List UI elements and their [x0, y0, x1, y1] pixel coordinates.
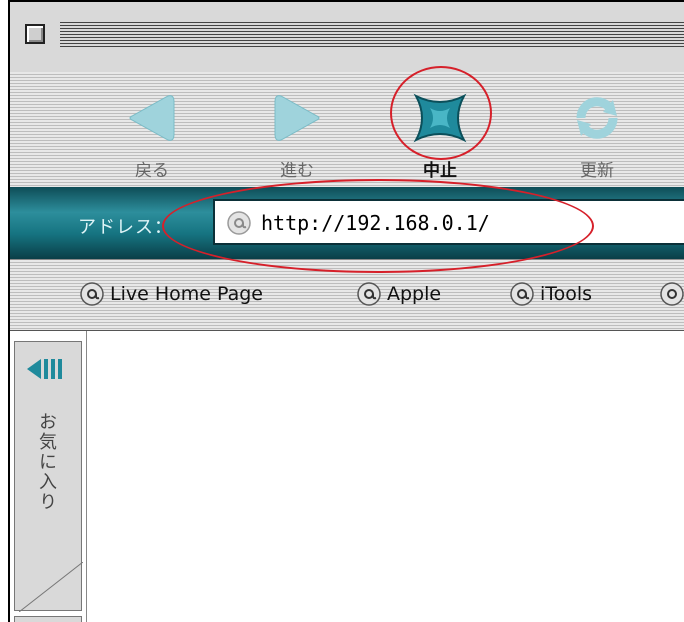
page-content-area: [87, 331, 684, 622]
title-bar[interactable]: [10, 2, 684, 72]
at-sign-icon: [357, 282, 381, 306]
close-box[interactable]: [25, 24, 45, 44]
favorite-label: iTools: [540, 283, 593, 305]
toolbar: 戻る 進む 中止 更新: [10, 72, 684, 187]
refresh-label: 更新: [580, 161, 614, 181]
sidebar-tab-next[interactable]: [14, 616, 82, 622]
favorites-bar: Live Home Page Apple iTools: [10, 259, 684, 332]
at-sign-icon: [227, 211, 251, 235]
title-bar-stripes: [60, 22, 684, 48]
url-input[interactable]: [261, 209, 684, 237]
at-sign-icon: [510, 282, 534, 306]
favorite-label: Apple: [387, 283, 442, 305]
sidebar-tab-favorites[interactable]: お気に入り: [14, 341, 83, 612]
address-label: アドレス：: [78, 217, 173, 238]
favorite-item[interactable]: Live Home Page: [80, 280, 263, 308]
collapse-arrow-icon: [27, 359, 62, 379]
back-arrow-icon: [129, 95, 175, 141]
forward-arrow-icon: [274, 95, 320, 141]
address-field[interactable]: [213, 199, 684, 245]
stop-x-icon: [413, 93, 467, 143]
address-bar: アドレス：: [10, 187, 684, 259]
browser-window: 戻る 進む 中止 更新 アドレス： http://192.168.0.1/ Li…: [8, 0, 684, 622]
back-label: 戻る: [135, 161, 169, 181]
back-button[interactable]: 戻る: [102, 90, 202, 181]
forward-label: 進む: [280, 161, 314, 181]
explorer-sidebar: お気に入り: [10, 331, 87, 622]
favorite-item[interactable]: iTools: [510, 280, 592, 308]
tab-divider: [19, 562, 83, 612]
favorite-label: Live Home Page: [110, 283, 263, 305]
stop-button[interactable]: 中止: [390, 90, 490, 181]
at-sign-icon: [660, 282, 684, 306]
favorite-item-partial[interactable]: [660, 280, 684, 308]
favorite-item[interactable]: Apple: [357, 280, 441, 308]
forward-button[interactable]: 進む: [247, 90, 347, 181]
refresh-arrows-icon: [576, 97, 618, 139]
refresh-button[interactable]: 更新: [547, 90, 647, 181]
at-sign-icon: [80, 282, 104, 306]
stop-label: 中止: [423, 161, 457, 181]
sidebar-tab-label: お気に入り: [36, 412, 57, 512]
